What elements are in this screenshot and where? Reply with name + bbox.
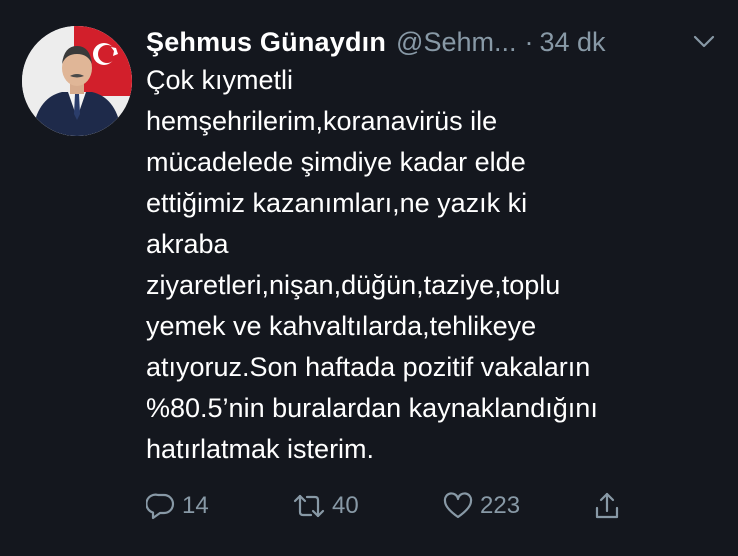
reply-icon xyxy=(146,491,176,521)
share-icon xyxy=(592,490,622,522)
author-display-name[interactable]: Şehmus Günaydın xyxy=(146,27,386,58)
author-handle[interactable]: @Sehm... xyxy=(396,27,516,58)
reply-count: 14 xyxy=(182,492,209,519)
tweet[interactable]: Şehmus Günaydın @Sehm... · 34 dk Çok kıy… xyxy=(0,0,738,556)
tweet-actions: 14 40 223 xyxy=(146,488,646,524)
heart-icon xyxy=(442,491,474,521)
like-button[interactable]: 223 xyxy=(442,488,520,524)
profile-photo xyxy=(22,26,132,136)
chevron-down-icon[interactable] xyxy=(690,28,718,56)
header-separator: · xyxy=(524,26,534,57)
tweet-timestamp[interactable]: 34 dk xyxy=(540,27,606,58)
like-count: 223 xyxy=(480,492,521,519)
avatar[interactable] xyxy=(22,26,132,136)
retweet-count: 40 xyxy=(332,492,359,519)
share-button[interactable] xyxy=(592,488,622,524)
tweet-header: Şehmus Günaydın @Sehm... · 34 dk xyxy=(146,22,718,62)
retweet-icon xyxy=(292,491,326,521)
retweet-button[interactable]: 40 xyxy=(292,488,359,524)
tweet-text: Çok kıymetli hemşehrilerim,koranavirüs i… xyxy=(146,65,598,464)
reply-button[interactable]: 14 xyxy=(146,488,209,524)
